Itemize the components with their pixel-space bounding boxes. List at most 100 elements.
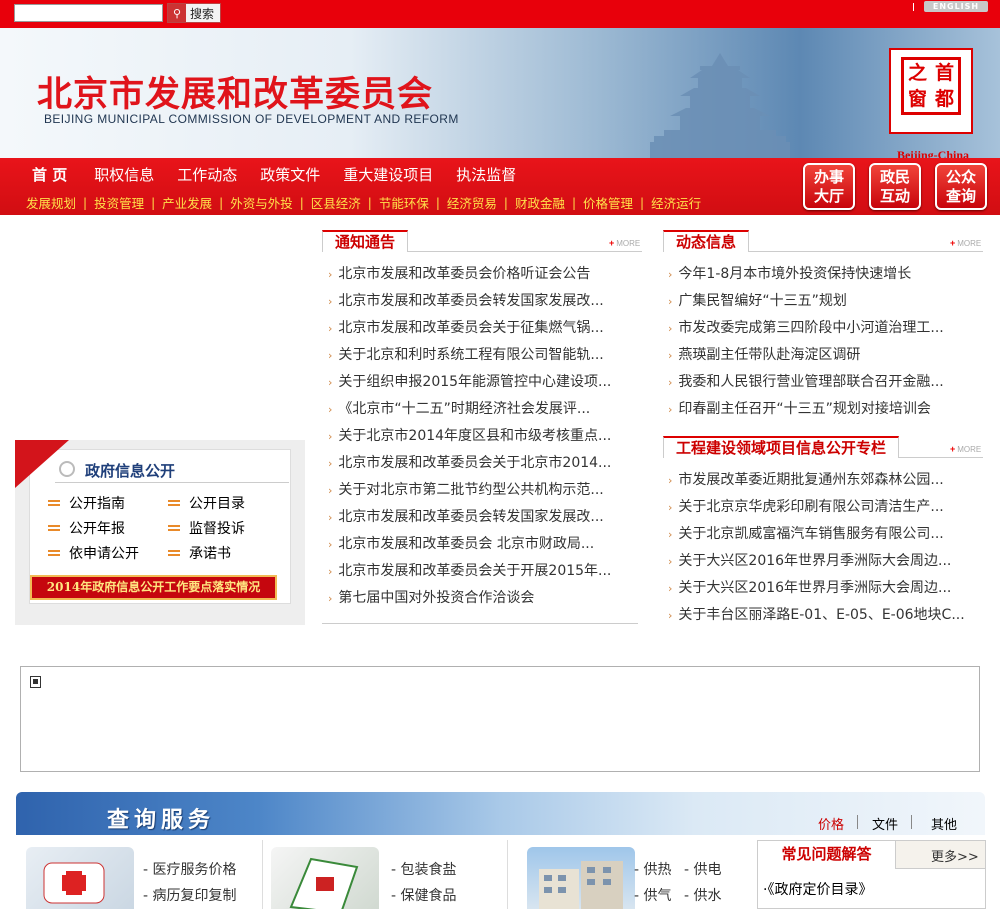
subnav-item[interactable]: 产业发展 <box>162 193 212 212</box>
projects-more-link[interactable]: + MORE <box>950 444 981 454</box>
nav-item-powers[interactable]: 职权信息 <box>94 164 154 185</box>
list-item[interactable]: › 北京市发展和改革委员会 北京市财政局... <box>328 531 640 558</box>
list-item[interactable]: › 关于北京京华虎彩印刷有限公司清洁生产... <box>668 494 983 521</box>
more-label: MORE <box>957 239 982 248</box>
list-item[interactable]: › 关于大兴区2016年世界月季洲际大会周边... <box>668 548 983 575</box>
gov-info-2014-banner[interactable]: 2014年政府信息公开工作要点落实情况 <box>30 575 277 600</box>
tab-other[interactable]: 其他 <box>931 814 957 833</box>
header-banner: 北京市发展和改革委员会 BEIJING MUNICIPAL COMMISSION… <box>0 28 1000 158</box>
list-item[interactable]: › 关于北京和利时系统工程有限公司智能轨... <box>328 342 640 369</box>
chevron-right-icon: › <box>328 511 333 524</box>
chevron-right-icon: › <box>328 430 333 443</box>
list-item-label: 燕瑛副主任带队赴海淀区调研 <box>678 347 861 363</box>
list-item[interactable]: › 我委和人民银行营业管理部联合召开金融... <box>668 369 983 396</box>
subnav-item[interactable]: 外资与外投 <box>230 193 293 212</box>
chevron-right-icon: › <box>328 349 333 362</box>
bullet-icon <box>48 500 60 506</box>
list-item[interactable]: › 关于对北京市第二批节约型公共机构示范... <box>328 477 640 504</box>
faq-item[interactable]: ·《政府定价目录》 <box>763 879 872 899</box>
subnav-item[interactable]: 区县经济 <box>311 193 361 212</box>
list-item[interactable]: › 关于丰台区丽泽路E-01、E-05、E-06地块C... <box>668 602 983 629</box>
chevron-right-icon: › <box>328 268 333 281</box>
interaction-button[interactable]: 政民 互动 <box>869 163 921 210</box>
service-link[interactable]: - 医疗服务价格 <box>143 859 237 879</box>
service-link[interactable]: - 供热 <box>634 859 672 879</box>
list-item-label: 广集民智编好“十三五”规划 <box>678 293 847 309</box>
projects-title[interactable]: 工程建设领域项目信息公开专栏 <box>663 436 900 458</box>
list-item[interactable]: › 北京市发展和改革委员会转发国家发展改... <box>328 504 640 531</box>
search-button-label: 搜索 <box>190 6 215 21</box>
dynamics-more-link[interactable]: + MORE <box>950 238 981 248</box>
service-link[interactable]: - 供水 <box>684 885 722 905</box>
list-item[interactable]: › 今年1-8月本市境外投资保持快速增长 <box>668 261 983 288</box>
service-link[interactable]: - 病历复印复制 <box>143 885 237 905</box>
gov-link-label: 依申请公开 <box>69 546 139 562</box>
nav-item-enforcement[interactable]: 执法监督 <box>456 164 516 185</box>
list-item[interactable]: › 印春副主任召开“十三五”规划对接培训会 <box>668 396 983 423</box>
list-item[interactable]: › 关于北京凯威富福汽车销售服务有限公司... <box>668 521 983 548</box>
gov-link-guide[interactable]: 公开指南 <box>48 493 125 513</box>
gov-link-application[interactable]: 依申请公开 <box>48 543 139 563</box>
service-link[interactable]: - 包装食盐 <box>391 859 457 879</box>
english-button[interactable]: ENGLISH <box>924 1 988 12</box>
nav-item-home[interactable]: 首 页 <box>32 164 67 185</box>
notices-list: › 北京市发展和改革委员会价格听证会公告 › 北京市发展和改革委员会转发国家发展改.… <box>328 261 640 612</box>
gov-link-label: 监督投诉 <box>189 521 245 537</box>
list-item[interactable]: › 关于组织申报2015年能源管控中心建设项... <box>328 369 640 396</box>
list-item-label: 北京市发展和改革委员会转发国家发展改... <box>338 293 604 309</box>
search-input[interactable] <box>14 4 163 22</box>
tab-documents[interactable]: 文件 <box>872 814 898 833</box>
service-link[interactable]: - 供气 <box>634 885 672 905</box>
service-link[interactable]: - 供电 <box>684 859 722 879</box>
gov-link-annual-report[interactable]: 公开年报 <box>48 518 125 538</box>
subnav-item[interactable]: 发展规划 <box>26 193 76 212</box>
list-item[interactable]: › 北京市发展和改革委员会关于北京市2014... <box>328 450 640 477</box>
gov-link-label: 公开目录 <box>189 496 245 512</box>
public-query-button[interactable]: 公众 查询 <box>935 163 987 210</box>
service-link[interactable]: - 保健食品 <box>391 885 457 905</box>
list-item[interactable]: › 市发改委完成第三四阶段中小河道治理工... <box>668 315 983 342</box>
list-item[interactable]: › 关于北京市2014年度区县和市级考核重点... <box>328 423 640 450</box>
subnav-item[interactable]: 节能环保 <box>379 193 429 212</box>
subnav-item[interactable]: 投资管理 <box>94 193 144 212</box>
subnav-item[interactable]: 经济贸易 <box>447 193 497 212</box>
list-item[interactable]: › 《北京市“十二五”时期经济社会发展评... <box>328 396 640 423</box>
site-title: 北京市发展和改革委员会 <box>37 74 434 115</box>
list-item[interactable]: › 广集民智编好“十三五”规划 <box>668 288 983 315</box>
service-hall-button[interactable]: 办事 大厅 <box>803 163 855 210</box>
list-item-label: 第七届中国对外投资合作洽谈会 <box>338 590 535 606</box>
notices-title[interactable]: 通知通告 <box>322 230 409 252</box>
list-item[interactable]: › 北京市发展和改革委员会转发国家发展改... <box>328 288 640 315</box>
bullet-icon <box>168 500 180 506</box>
gov-link-commitment[interactable]: 承诺书 <box>168 543 231 563</box>
search-button[interactable]: ⚲ 搜索 <box>167 3 221 23</box>
gov-info-title: 政府信息公开 <box>85 462 176 480</box>
list-item-label: 市发展改革委近期批复通州东郊森林公园... <box>678 472 944 488</box>
list-item[interactable]: › 燕瑛副主任带队赴海淀区调研 <box>668 342 983 369</box>
subnav-item[interactable]: 价格管理 <box>583 193 633 212</box>
list-item[interactable]: › 北京市发展和改革委员会关于开展2015年... <box>328 558 640 585</box>
subnav-item[interactable]: 经济运行 <box>651 193 701 212</box>
chevron-right-icon: › <box>328 592 333 605</box>
faq-more-link[interactable]: 更多>> <box>931 846 979 865</box>
nav-item-policy[interactable]: 政策文件 <box>260 164 320 185</box>
list-item[interactable]: › 北京市发展和改革委员会关于征集燃气锅... <box>328 315 640 342</box>
nav-item-major-projects[interactable]: 重大建设项目 <box>343 164 433 185</box>
bullet-icon <box>168 550 180 556</box>
notices-more-link[interactable]: + MORE <box>609 238 640 248</box>
faq-header: 常见问题解答 更多>> <box>758 841 985 869</box>
nav-item-work-news[interactable]: 工作动态 <box>177 164 237 185</box>
subnav-item[interactable]: 财政金融 <box>515 193 565 212</box>
dynamics-title[interactable]: 动态信息 <box>663 230 750 252</box>
button-line: 互动 <box>879 187 910 205</box>
chevron-right-icon: › <box>668 474 673 487</box>
tab-price[interactable]: 价格 <box>818 814 844 833</box>
gov-link-catalog[interactable]: 公开目录 <box>168 493 245 513</box>
list-item[interactable]: › 北京市发展和改革委员会价格听证会公告 <box>328 261 640 288</box>
list-item[interactable]: › 第七届中国对外投资合作洽谈会 <box>328 585 640 612</box>
faq-title[interactable]: 常见问题解答 <box>758 841 896 869</box>
list-item[interactable]: › 市发展改革委近期批复通州东郊森林公园... <box>668 467 983 494</box>
gov-link-label: 公开年报 <box>69 521 125 537</box>
gov-link-complaints[interactable]: 监督投诉 <box>168 518 245 538</box>
list-item[interactable]: › 关于大兴区2016年世界月季洲际大会周边... <box>668 575 983 602</box>
